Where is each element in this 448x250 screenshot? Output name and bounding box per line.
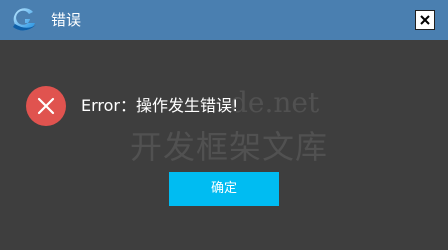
close-button[interactable]	[415, 10, 435, 30]
error-dialog: 错误 de.net 开发框架文库 Error：操作发生错误! 确定	[0, 0, 448, 250]
close-icon	[420, 15, 430, 25]
ok-button[interactable]: 确定	[169, 172, 279, 206]
title-bar: 错误	[0, 0, 448, 40]
error-x-icon	[26, 86, 66, 126]
watermark-line-1: de.net	[230, 86, 320, 119]
watermark-line-2: 开发框架文库	[130, 128, 329, 166]
error-message: Error：操作发生错误!	[81, 96, 239, 115]
window-title: 错误	[51, 11, 82, 29]
app-logo-icon	[9, 5, 39, 35]
